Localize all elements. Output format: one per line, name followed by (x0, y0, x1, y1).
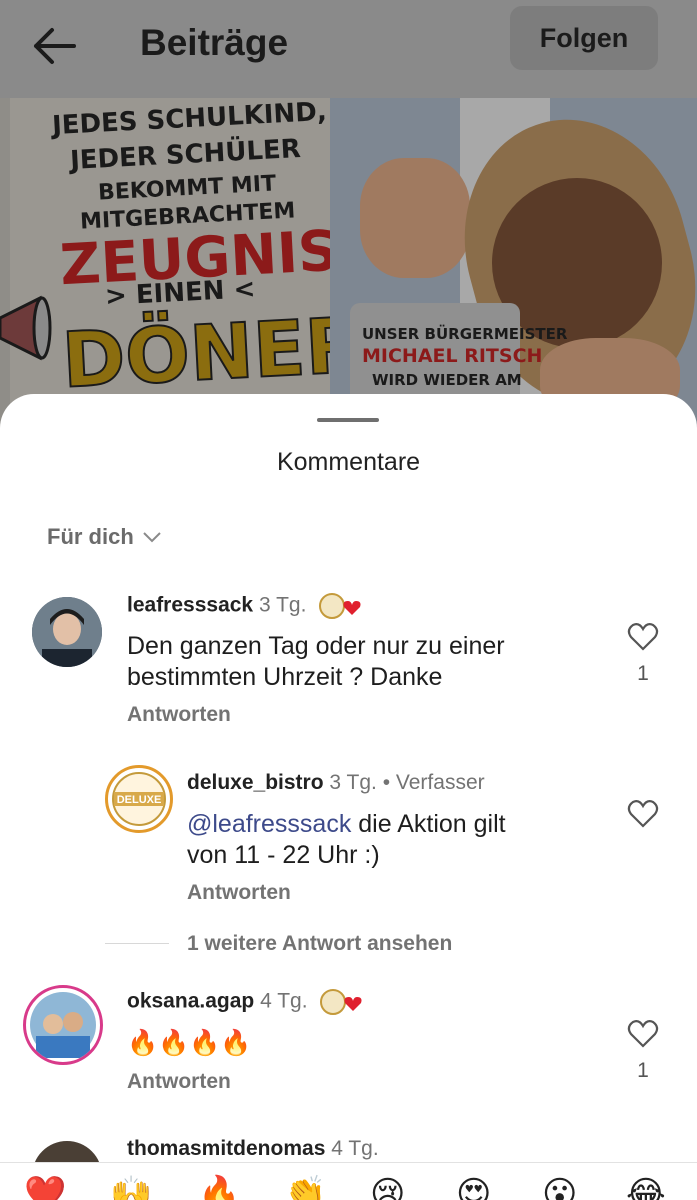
author-liked-badge (319, 989, 365, 1015)
speech-line-2: MICHAEL RITSCH (362, 345, 543, 367)
comment-username[interactable]: oksana.agap 4 Tg. (127, 989, 365, 1015)
like-count: 1 (637, 662, 649, 685)
deluxe-logo-text: DELUXE (117, 794, 162, 806)
heart-icon[interactable] (627, 799, 659, 829)
username-text[interactable]: leafresssack (127, 594, 253, 617)
page-title: Beiträge (140, 22, 289, 63)
post-image[interactable]: JEDES SCHULKIND, JEDER SCHÜLER BEKOMMT M… (0, 98, 697, 428)
comment-text-line-2: bestimmten Uhrzeit ? Danke (127, 663, 443, 691)
comment-username[interactable]: deluxe_bistro 3 Tg. • Verfasser (187, 771, 485, 795)
emoji-quick-bar: ❤️ 🙌 🔥 👏 😢 😍 😮 😂 (0, 1162, 697, 1200)
filter-label: Für dich (47, 524, 134, 549)
avatar[interactable]: DELUXE (105, 765, 173, 833)
comment-time: 4 Tg. (260, 989, 308, 1013)
comment-text-line-1: Den ganzen Tag oder nur zu einer (127, 632, 505, 660)
speech-line-3: WIRD WIEDER AM (372, 371, 522, 389)
emoji-crying[interactable]: 😢 (370, 1177, 405, 1200)
divider (105, 943, 169, 944)
heart-icon[interactable] (627, 1019, 659, 1049)
emoji-heart[interactable]: ❤️ (24, 1177, 66, 1200)
view-more-replies[interactable]: 1 weitere Antwort ansehen (187, 932, 452, 956)
comment-time: 4 Tg. (331, 1137, 379, 1160)
reply-button[interactable]: Antworten (127, 703, 231, 727)
author-liked-badge (318, 593, 364, 619)
reply-button[interactable]: Antworten (187, 881, 291, 905)
chevron-down-icon (143, 532, 161, 543)
comment-username[interactable]: leafresssack 3 Tg. (127, 593, 364, 619)
emoji-clap[interactable]: 👏 (284, 1177, 326, 1200)
top-bar: Beiträge Folgen (0, 0, 697, 98)
sheet-title: Kommentare (276, 448, 421, 476)
emoji-surprised[interactable]: 😮 (542, 1177, 577, 1200)
follow-button[interactable]: Folgen (510, 6, 658, 70)
comment-time: 3 Tg. (258, 593, 307, 617)
avatar[interactable] (32, 597, 102, 667)
like-count: 1 (637, 1059, 649, 1082)
emoji-fire[interactable]: 🔥 (198, 1177, 240, 1200)
username-text[interactable]: thomasmitdenomas (127, 1137, 325, 1160)
drag-handle[interactable] (317, 418, 379, 422)
emoji-laughing[interactable]: 😂 (626, 1177, 666, 1200)
speech-line-1: UNSER BÜRGERMEISTER (362, 325, 568, 343)
comment-text-line-2: von 11 - 22 Uhr :) (187, 841, 380, 869)
comment-time: 3 Tg. (329, 771, 377, 794)
poster-doner: DÖNER (59, 299, 367, 406)
username-text[interactable]: deluxe_bistro (187, 771, 324, 794)
emoji-heart-eyes[interactable]: 😍 (456, 1177, 491, 1200)
comment-username[interactable]: thomasmitdenomas 4 Tg. (127, 1137, 379, 1161)
comment-text: Den ganzen Tag oder nur zu einer bestimm… (127, 631, 505, 693)
comments-sheet: Kommentare Für dich leafresssack 3 Tg. D… (0, 394, 697, 1200)
megaphone-icon (0, 295, 52, 361)
mention-link[interactable]: @leafresssack (187, 810, 351, 838)
comment-text: 🔥🔥🔥🔥 (127, 1029, 252, 1057)
avatar[interactable] (23, 985, 103, 1065)
emoji-raised-hands[interactable]: 🙌 (110, 1177, 152, 1200)
comment-text-line-1: @leafresssack die Aktion gilt (187, 809, 506, 840)
comment-text-rest: die Aktion gilt (351, 810, 506, 838)
heart-icon[interactable] (627, 622, 659, 652)
back-arrow-icon[interactable] (30, 24, 78, 68)
author-tag: • Verfasser (382, 771, 485, 794)
username-text[interactable]: oksana.agap (127, 990, 254, 1013)
comment-filter[interactable]: Für dich (47, 524, 162, 550)
reply-button[interactable]: Antworten (127, 1070, 231, 1094)
comment-text: @leafresssack die Aktion gilt von 11 - 2… (187, 809, 506, 871)
pointing-hand (360, 158, 470, 278)
